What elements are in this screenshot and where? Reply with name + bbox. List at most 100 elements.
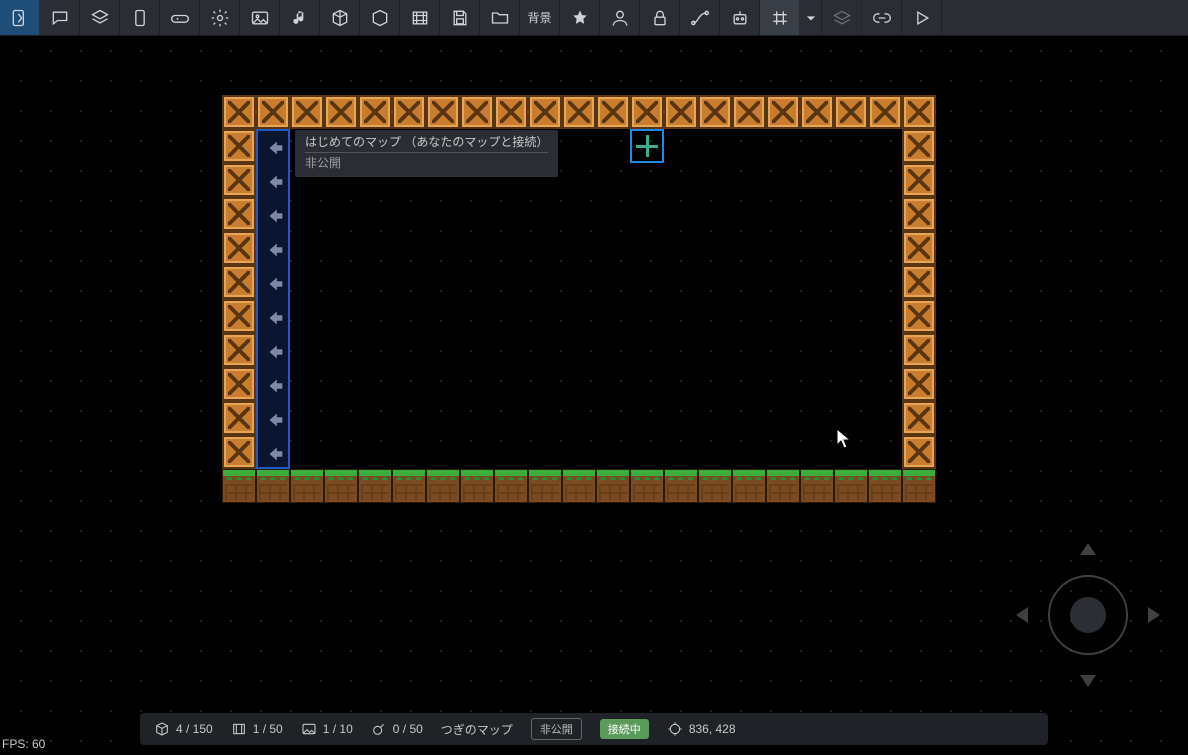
crate-tile[interactable]: [222, 163, 256, 197]
cube-outline-icon[interactable]: [360, 0, 400, 35]
dpad-up[interactable]: [1080, 543, 1096, 555]
visibility-badge[interactable]: 非公開: [531, 718, 582, 740]
background-button[interactable]: 背景: [520, 0, 560, 35]
path-icon[interactable]: [680, 0, 720, 35]
person-icon[interactable]: [600, 0, 640, 35]
grass-tile[interactable]: [256, 469, 290, 503]
grass-tile[interactable]: [698, 469, 732, 503]
crate-tile[interactable]: [902, 435, 936, 469]
layers2-icon[interactable]: [822, 0, 862, 35]
logo-icon[interactable]: [0, 0, 40, 35]
crate-tile[interactable]: [868, 95, 902, 129]
grass-tile[interactable]: [460, 469, 494, 503]
crate-tile[interactable]: [290, 95, 324, 129]
music-icon[interactable]: [280, 0, 320, 35]
dpad-knob[interactable]: [1070, 597, 1106, 633]
grass-tile[interactable]: [596, 469, 630, 503]
crate-tile[interactable]: [426, 95, 460, 129]
arrow-left-icon[interactable]: [258, 267, 292, 301]
crate-tile[interactable]: [902, 299, 936, 333]
crate-tile[interactable]: [902, 129, 936, 163]
crate-tile[interactable]: [222, 231, 256, 265]
status-next-map[interactable]: つぎのマップ: [441, 721, 513, 738]
save-icon[interactable]: [440, 0, 480, 35]
crate-tile[interactable]: [222, 129, 256, 163]
crate-tile[interactable]: [222, 435, 256, 469]
grass-tile[interactable]: [222, 469, 256, 503]
arrow-left-icon[interactable]: [258, 403, 292, 437]
grass-tile[interactable]: [562, 469, 596, 503]
crate-tile[interactable]: [834, 95, 868, 129]
grass-tile[interactable]: [630, 469, 664, 503]
crate-tile[interactable]: [698, 95, 732, 129]
crate-tile[interactable]: [902, 95, 936, 129]
crate-tile[interactable]: [222, 401, 256, 435]
crate-tile[interactable]: [528, 95, 562, 129]
arrow-left-icon[interactable]: [258, 131, 292, 165]
crate-tile[interactable]: [630, 95, 664, 129]
layers-icon[interactable]: [80, 0, 120, 35]
grass-tile[interactable]: [834, 469, 868, 503]
crate-tile[interactable]: [800, 95, 834, 129]
crate-tile[interactable]: [732, 95, 766, 129]
arrow-left-icon[interactable]: [258, 199, 292, 233]
crate-tile[interactable]: [902, 163, 936, 197]
arrow-left-icon[interactable]: [258, 165, 292, 199]
crate-tile[interactable]: [902, 197, 936, 231]
crate-tile[interactable]: [664, 95, 698, 129]
grass-tile[interactable]: [664, 469, 698, 503]
crate-tile[interactable]: [256, 95, 290, 129]
crate-tile[interactable]: [222, 265, 256, 299]
grass-tile[interactable]: [392, 469, 426, 503]
grid-icon[interactable]: [760, 0, 800, 35]
crate-tile[interactable]: [902, 367, 936, 401]
arrow-left-icon[interactable]: [258, 437, 292, 471]
crate-tile[interactable]: [902, 265, 936, 299]
crate-tile[interactable]: [596, 95, 630, 129]
crate-tile[interactable]: [562, 95, 596, 129]
grass-tile[interactable]: [528, 469, 562, 503]
grass-tile[interactable]: [494, 469, 528, 503]
arrow-left-icon[interactable]: [258, 233, 292, 267]
star-icon[interactable]: [560, 0, 600, 35]
grass-tile[interactable]: [800, 469, 834, 503]
arrow-left-icon[interactable]: [258, 301, 292, 335]
grass-tile[interactable]: [902, 469, 936, 503]
dpad-down[interactable]: [1080, 675, 1096, 687]
dpad-left[interactable]: [1016, 607, 1028, 623]
grass-tile[interactable]: [732, 469, 766, 503]
cube-icon[interactable]: [320, 0, 360, 35]
arrow-left-icon[interactable]: [258, 369, 292, 403]
grass-tile[interactable]: [766, 469, 800, 503]
crate-tile[interactable]: [460, 95, 494, 129]
folder-icon[interactable]: [480, 0, 520, 35]
crate-tile[interactable]: [222, 367, 256, 401]
device-icon[interactable]: [120, 0, 160, 35]
crate-tile[interactable]: [902, 401, 936, 435]
crate-tile[interactable]: [766, 95, 800, 129]
crate-tile[interactable]: [358, 95, 392, 129]
navigation-dpad[interactable]: [1008, 535, 1168, 695]
grass-tile[interactable]: [290, 469, 324, 503]
grass-tile[interactable]: [324, 469, 358, 503]
lock-icon[interactable]: [640, 0, 680, 35]
crate-tile[interactable]: [222, 95, 256, 129]
selection-column[interactable]: [256, 129, 290, 469]
crate-tile[interactable]: [902, 231, 936, 265]
link-icon[interactable]: [862, 0, 902, 35]
placement-cursor[interactable]: [630, 129, 664, 163]
robot-icon[interactable]: [720, 0, 760, 35]
dropdown-icon[interactable]: [800, 0, 822, 35]
grass-tile[interactable]: [426, 469, 460, 503]
dpad-right[interactable]: [1148, 607, 1160, 623]
image-icon[interactable]: [240, 0, 280, 35]
crate-tile[interactable]: [222, 299, 256, 333]
crate-tile[interactable]: [494, 95, 528, 129]
chat-icon[interactable]: [40, 0, 80, 35]
crate-tile[interactable]: [222, 197, 256, 231]
crate-tile[interactable]: [222, 333, 256, 367]
arrow-left-icon[interactable]: [258, 335, 292, 369]
gamepad-icon[interactable]: [160, 0, 200, 35]
crate-tile[interactable]: [902, 333, 936, 367]
grass-tile[interactable]: [868, 469, 902, 503]
